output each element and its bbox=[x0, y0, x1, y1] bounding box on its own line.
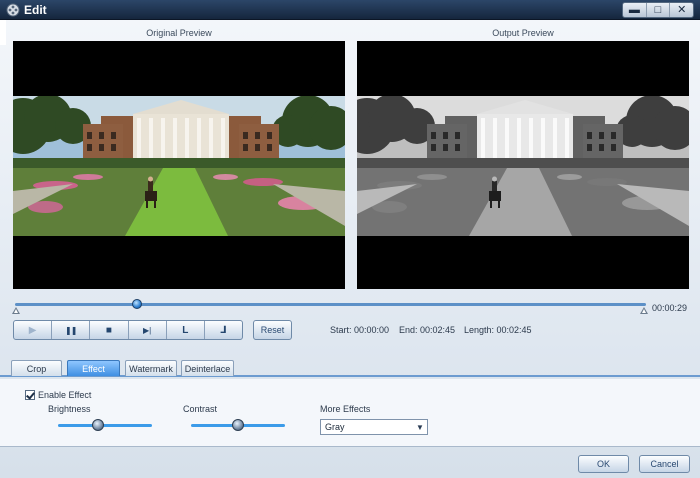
original-video-frame bbox=[13, 96, 345, 236]
minimize-icon: ▬ bbox=[628, 3, 640, 16]
timeline-track bbox=[15, 303, 646, 306]
pause-icon: ❚❚ bbox=[65, 325, 77, 335]
play-button[interactable]: ▶ bbox=[14, 321, 51, 339]
contrast-thumb[interactable] bbox=[232, 419, 244, 431]
brightness-thumb[interactable] bbox=[92, 419, 105, 431]
set-start-button[interactable]: L bbox=[165, 321, 204, 339]
pause-button[interactable]: ❚❚ bbox=[51, 321, 89, 339]
more-effects-select[interactable]: Gray ▼ bbox=[320, 419, 428, 435]
output-preview-label: Output Preview bbox=[492, 28, 554, 38]
tab-crop[interactable]: Crop bbox=[11, 360, 62, 376]
output-video-frame bbox=[357, 96, 689, 236]
brightness-track bbox=[58, 424, 152, 427]
tab-deinterlace[interactable]: Deinterlace bbox=[181, 360, 234, 376]
original-preview-label: Original Preview bbox=[146, 28, 212, 38]
minimize-button[interactable]: ▬ bbox=[623, 3, 646, 17]
end-time: End: 00:02:45 bbox=[399, 325, 456, 335]
tab-bar: Crop Effect Watermark Deinterlace bbox=[0, 358, 700, 377]
close-icon: ✕ bbox=[677, 3, 687, 16]
edge-gap bbox=[0, 20, 6, 45]
reset-button[interactable]: Reset bbox=[253, 320, 292, 340]
set-start-icon: L bbox=[182, 324, 189, 336]
brightness-slider[interactable] bbox=[58, 418, 152, 432]
play-icon: ▶ bbox=[28, 324, 37, 336]
length-time: Length: 00:02:45 bbox=[464, 325, 532, 335]
contrast-slider[interactable] bbox=[191, 418, 285, 432]
maximize-button[interactable]: □ bbox=[645, 3, 670, 17]
stop-button[interactable]: ■ bbox=[89, 321, 127, 339]
duration-label: 00:00:29 bbox=[652, 303, 688, 313]
contrast-label: Contrast bbox=[183, 404, 218, 414]
enable-effect-checkbox[interactable] bbox=[25, 390, 35, 400]
window-title: Edit bbox=[24, 3, 47, 17]
ok-button[interactable]: OK bbox=[578, 455, 629, 473]
timeline-slider[interactable] bbox=[12, 296, 648, 316]
more-effects-value: Gray bbox=[325, 422, 345, 432]
end-marker-icon[interactable] bbox=[640, 307, 648, 314]
next-frame-button[interactable]: ▶| bbox=[127, 321, 166, 339]
set-end-button[interactable]: ⅃ bbox=[203, 321, 242, 339]
film-reel-icon bbox=[6, 3, 20, 17]
next-frame-icon: ▶| bbox=[142, 325, 152, 335]
original-preview bbox=[13, 41, 345, 289]
cancel-button[interactable]: Cancel bbox=[639, 455, 690, 473]
tab-watermark[interactable]: Watermark bbox=[125, 360, 177, 376]
brightness-label: Brightness bbox=[48, 404, 91, 414]
title-bar: Edit ▬ □ ✕ bbox=[0, 0, 700, 20]
window-controls: ▬ □ ✕ bbox=[622, 2, 694, 18]
more-effects-label: More Effects bbox=[320, 404, 371, 414]
set-end-icon: ⅃ bbox=[220, 324, 227, 336]
close-button[interactable]: ✕ bbox=[669, 3, 693, 17]
timeline-thumb[interactable] bbox=[131, 299, 142, 309]
tab-effect[interactable]: Effect bbox=[67, 360, 120, 376]
enable-effect-label: Enable Effect bbox=[38, 390, 92, 400]
start-time: Start: 00:00:00 bbox=[330, 325, 390, 335]
stop-icon: ■ bbox=[105, 324, 112, 336]
transport-controls: ▶ ❚❚ ■ ▶| L ⅃ bbox=[13, 320, 243, 340]
chevron-down-icon: ▼ bbox=[416, 422, 424, 432]
start-marker-icon[interactable] bbox=[12, 307, 20, 314]
maximize-icon: □ bbox=[654, 3, 662, 16]
output-preview bbox=[357, 41, 689, 289]
